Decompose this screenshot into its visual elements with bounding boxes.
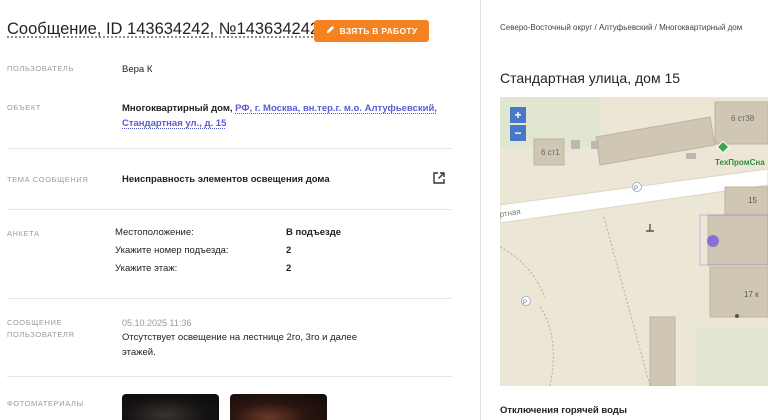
hot-water-outage-title: Отключения горячей воды xyxy=(500,405,627,416)
message-date: 05.10.2025 11:36 xyxy=(122,318,192,328)
survey-value: 2 xyxy=(286,245,292,256)
map-label-building: 17 к xyxy=(744,290,759,299)
map[interactable]: 6 ст1 6 ст38 ТехПромСна ртная 15 17 к P … xyxy=(500,97,768,386)
external-link-icon[interactable] xyxy=(432,171,446,185)
user-value: Вера К xyxy=(122,64,153,75)
divider xyxy=(7,298,452,299)
parking-icon: P xyxy=(523,300,527,306)
survey-value: В подъезде xyxy=(286,227,342,238)
parking-icon: P xyxy=(634,186,638,192)
map-label-building: 6 ст1 xyxy=(541,148,560,157)
survey-label: АНКЕТА xyxy=(7,229,40,238)
photo-thumbnail[interactable] xyxy=(122,394,219,420)
map-zoom-out-button[interactable]: − xyxy=(510,125,526,141)
photo-thumbnail[interactable] xyxy=(230,394,327,420)
map-label-poi: ТехПромСна xyxy=(715,158,765,167)
pencil-icon xyxy=(326,25,335,37)
map-zoom-in-button[interactable]: + xyxy=(510,107,526,123)
take-to-work-button[interactable]: ВЗЯТЬ В РАБОТУ xyxy=(314,20,429,42)
message-label: СООБЩЕНИЕ ПОЛЬЗОВАТЕЛЯ xyxy=(7,318,75,339)
survey-value: 2 xyxy=(286,263,292,274)
object-info-panel: Северо-Восточный округ / Алтуфьевский / … xyxy=(481,0,768,420)
topic-value: Неисправность элементов освещения дома xyxy=(122,174,330,185)
divider xyxy=(7,148,452,149)
object-label: ОБЪЕКТ xyxy=(7,103,41,112)
survey-key: Укажите номер подъезда: xyxy=(115,245,229,256)
message-header: Сообщение, ID 143634242, №143634242 xyxy=(7,20,335,39)
take-to-work-label: ВЗЯТЬ В РАБОТУ xyxy=(339,26,418,36)
survey-key: Местоположение: xyxy=(115,227,194,238)
breadcrumb: Северо-Восточный округ / Алтуфьевский / … xyxy=(500,23,743,32)
object-value: Многоквартирный дом, РФ, г. Москва, вн.т… xyxy=(122,101,452,131)
topic-label: ТЕМА СООБЩЕНИЯ xyxy=(7,175,89,184)
object-type: Многоквартирный дом, xyxy=(122,103,233,114)
message-text: Отсутствует освещение на лестнице 2го, 3… xyxy=(122,332,357,358)
map-label-building: 6 ст38 xyxy=(731,114,755,123)
map-canvas[interactable]: 6 ст1 6 ст38 ТехПромСна ртная 15 17 к P … xyxy=(500,97,768,386)
divider xyxy=(7,209,452,210)
object-address-title: Стандартная улица, дом 15 xyxy=(500,70,681,86)
photos-label: ФОТОМАТЕРИАЛЫ xyxy=(7,399,84,408)
message-title[interactable]: Сообщение, ID 143634242, №143634242 xyxy=(7,20,319,39)
divider xyxy=(7,376,452,377)
map-label-building: 15 xyxy=(748,196,757,205)
user-label: ПОЛЬЗОВАТЕЛЬ xyxy=(7,64,74,73)
message-details-panel: Сообщение, ID 143634242, №143634242 ВЗЯТ… xyxy=(0,0,470,420)
survey-key: Укажите этаж: xyxy=(115,263,178,274)
